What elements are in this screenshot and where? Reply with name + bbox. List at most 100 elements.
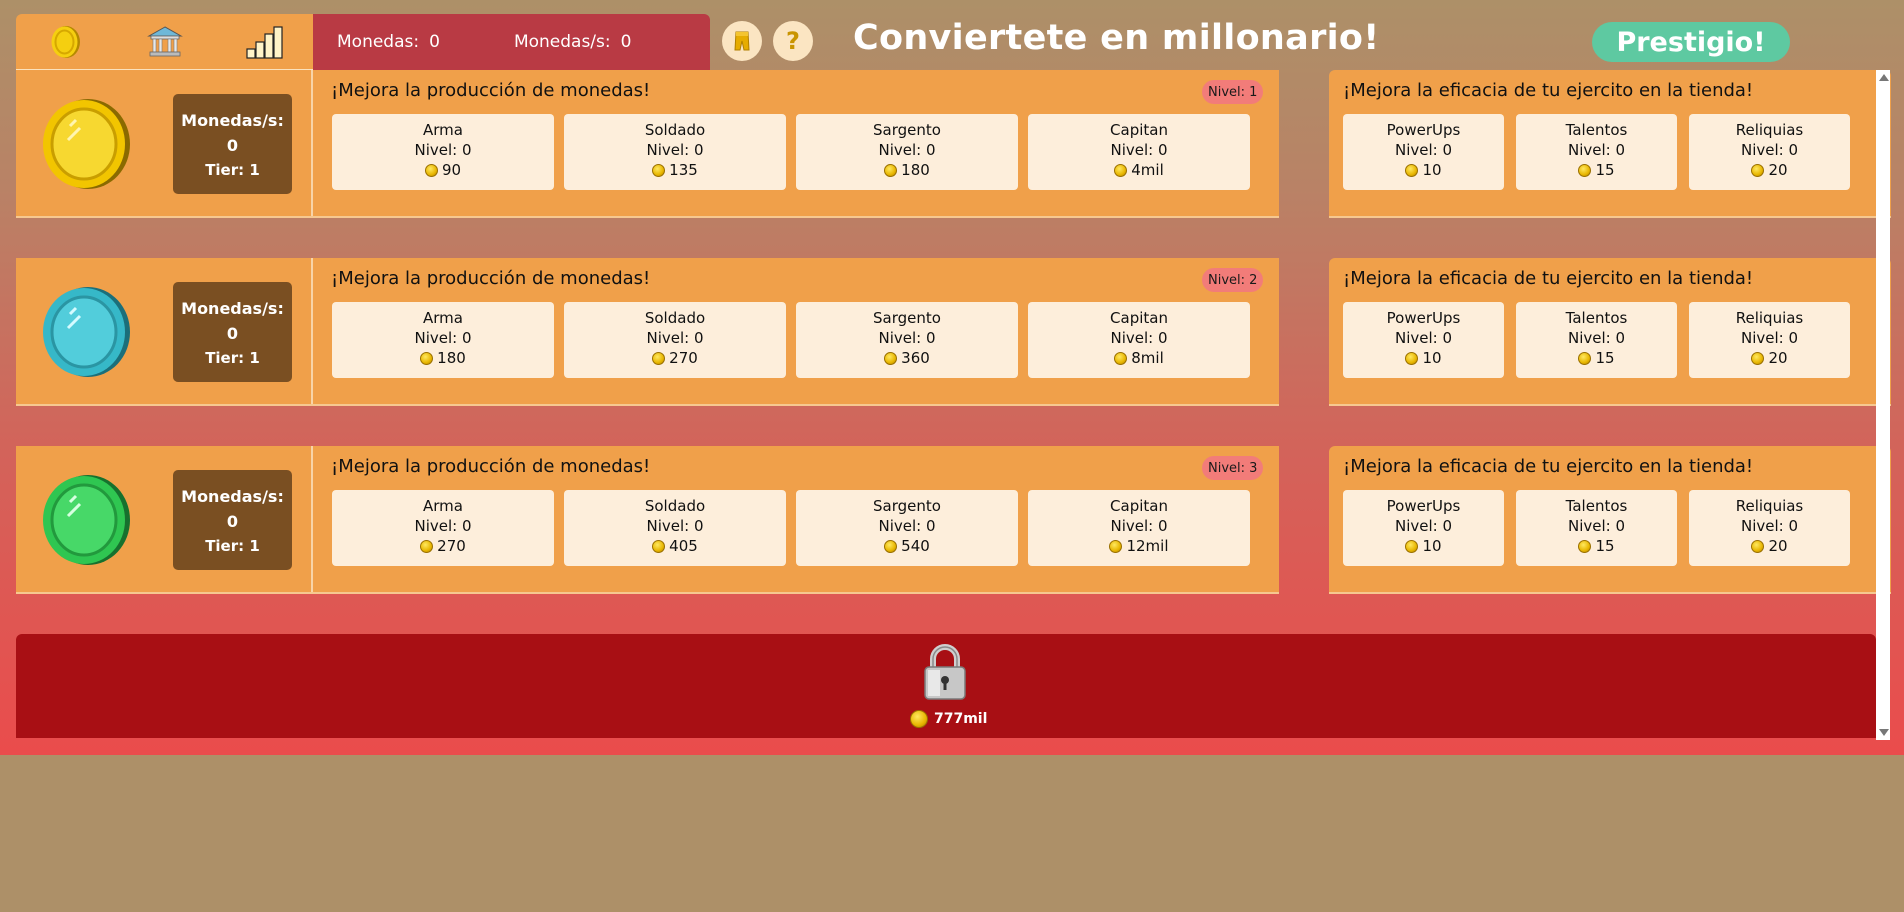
rate-value: 0 xyxy=(620,32,632,52)
scroll-down-arrow-icon[interactable] xyxy=(1879,729,1889,736)
upgrade-level: Nivel: 0 xyxy=(646,329,704,347)
coin-icon xyxy=(652,351,666,365)
upgrade-card-sargento[interactable]: Sargento Nivel: 0 180 xyxy=(796,114,1018,190)
upgrade-name: Capitan xyxy=(1110,121,1168,139)
coin-area: Monedas/s: 0 Tier: 1 xyxy=(16,258,313,404)
army-card-talentos[interactable]: Talentos Nivel: 0 15 xyxy=(1516,490,1677,566)
upgrade-name: Sargento xyxy=(873,309,941,327)
coin-row-3: Monedas/s: 0 Tier: 1 ¡Mejora la producci… xyxy=(16,446,1891,594)
army-cost: 10 xyxy=(1343,348,1504,368)
army-card-reliquias[interactable]: Reliquias Nivel: 0 20 xyxy=(1689,302,1850,378)
blue-coin-icon[interactable] xyxy=(40,284,132,380)
gold-coin-icon[interactable] xyxy=(40,96,132,192)
scrollbar[interactable] xyxy=(1876,70,1890,740)
upgrade-card-soldado[interactable]: Soldado Nivel: 0 405 xyxy=(564,490,786,566)
coin-icon[interactable] xyxy=(46,22,86,62)
top-nav xyxy=(16,14,313,70)
upgrade-card-sargento[interactable]: Sargento Nivel: 0 540 xyxy=(796,490,1018,566)
tier-label: Tier: 1 xyxy=(205,161,260,179)
upgrade-level: Nivel: 0 xyxy=(1110,329,1168,347)
army-card-powerups[interactable]: PowerUps Nivel: 0 10 xyxy=(1343,114,1504,190)
army-name: PowerUps xyxy=(1386,309,1461,327)
scroll-up-arrow-icon[interactable] xyxy=(1879,74,1889,81)
upgrade-cost-value: 90 xyxy=(441,161,462,179)
upgrade-card-capitan[interactable]: Capitan Nivel: 0 8mil xyxy=(1028,302,1250,378)
tier-label: Tier: 1 xyxy=(205,537,260,555)
upgrade-level: Nivel: 0 xyxy=(878,329,936,347)
upgrade-card-arma[interactable]: Arma Nivel: 0 90 xyxy=(332,114,554,190)
army-cost: 15 xyxy=(1516,536,1677,556)
coin-icon xyxy=(1578,539,1592,553)
coin-rate-box: Monedas/s: 0 Tier: 1 xyxy=(173,94,292,194)
upgrade-level: Nivel: 0 xyxy=(1110,141,1168,159)
army-card-reliquias[interactable]: Reliquias Nivel: 0 20 xyxy=(1689,114,1850,190)
upgrade-card-sargento[interactable]: Sargento Nivel: 0 360 xyxy=(796,302,1018,378)
level-badge: Nivel: 3 xyxy=(1202,456,1264,480)
army-card-powerups[interactable]: PowerUps Nivel: 0 10 xyxy=(1343,302,1504,378)
army-name: PowerUps xyxy=(1386,497,1461,515)
army-card-talentos[interactable]: Talentos Nivel: 0 15 xyxy=(1516,302,1677,378)
trophy-button[interactable] xyxy=(722,21,762,61)
upgrade-cost: 90 xyxy=(332,160,554,180)
bar-chart-icon[interactable] xyxy=(244,22,284,62)
coin-icon xyxy=(652,539,666,553)
army-panel: ¡Mejora la eficacia de tu ejercito en la… xyxy=(1329,70,1891,218)
army-card-reliquias[interactable]: Reliquias Nivel: 0 20 xyxy=(1689,490,1850,566)
army-level: Nivel: 0 xyxy=(1394,329,1453,347)
upgrade-name: Sargento xyxy=(873,497,941,515)
upgrade-level: Nivel: 0 xyxy=(414,329,472,347)
army-cost: 20 xyxy=(1689,348,1850,368)
upgrade-card-arma[interactable]: Arma Nivel: 0 180 xyxy=(332,302,554,378)
upgrade-cost-value: 540 xyxy=(901,537,930,555)
game-screen: Monedas: 0 Monedas/s: 0 ? Conviertete en… xyxy=(0,0,1904,755)
upgrade-level: Nivel: 0 xyxy=(414,517,472,535)
help-button[interactable]: ? xyxy=(773,21,813,61)
locked-tier[interactable]: 777mil xyxy=(16,634,1876,738)
upgrade-cost: 180 xyxy=(796,160,1018,180)
upgrade-level: Nivel: 0 xyxy=(646,141,704,159)
army-cost-value: 15 xyxy=(1595,349,1615,367)
prestige-button[interactable]: Prestigio! xyxy=(1592,22,1790,62)
upgrade-cost: 540 xyxy=(796,536,1018,556)
bank-icon[interactable] xyxy=(145,22,185,62)
coins-label: Monedas: xyxy=(337,32,420,52)
coins-value: 0 xyxy=(429,32,440,52)
upgrade-card-capitan[interactable]: Capitan Nivel: 0 12mil xyxy=(1028,490,1250,566)
green-coin-icon[interactable] xyxy=(40,472,132,568)
coin-rate-value: 0 xyxy=(226,324,239,343)
army-card-powerups[interactable]: PowerUps Nivel: 0 10 xyxy=(1343,490,1504,566)
trophy-icon xyxy=(734,31,750,51)
production-panel: Monedas/s: 0 Tier: 1 ¡Mejora la producci… xyxy=(16,70,1279,218)
upgrade-card-capitan[interactable]: Capitan Nivel: 0 4mil xyxy=(1028,114,1250,190)
army-level: Nivel: 0 xyxy=(1394,517,1453,535)
army-cost-value: 20 xyxy=(1768,161,1788,179)
coin-icon xyxy=(1751,163,1765,177)
upgrade-cost-value: 135 xyxy=(669,161,698,179)
army-title: ¡Mejora la eficacia de tu ejercito en la… xyxy=(1343,456,1754,477)
coin-rate-box: Monedas/s: 0 Tier: 1 xyxy=(173,282,292,382)
army-level: Nivel: 0 xyxy=(1740,329,1799,347)
army-cost: 20 xyxy=(1689,536,1850,556)
coin-rate-label: Monedas/s: xyxy=(181,487,284,506)
tier-label: Tier: 1 xyxy=(205,349,260,367)
upgrade-card-soldado[interactable]: Soldado Nivel: 0 135 xyxy=(564,114,786,190)
army-cost: 15 xyxy=(1516,348,1677,368)
upgrade-cost-value: 270 xyxy=(669,349,698,367)
production-title: ¡Mejora la producción de monedas! xyxy=(331,456,651,477)
coin-icon xyxy=(1405,539,1419,553)
army-cost-value: 10 xyxy=(1422,349,1442,367)
army-name: PowerUps xyxy=(1386,121,1461,139)
production-title: ¡Mejora la producción de monedas! xyxy=(331,268,651,289)
rate-label: Monedas/s: xyxy=(513,32,611,52)
upgrade-cost-value: 8mil xyxy=(1131,349,1164,367)
stats-bar: Monedas: 0 Monedas/s: 0 xyxy=(313,14,710,70)
upgrade-card-soldado[interactable]: Soldado Nivel: 0 270 xyxy=(564,302,786,378)
upgrade-card-arma[interactable]: Arma Nivel: 0 270 xyxy=(332,490,554,566)
army-cost: 10 xyxy=(1343,536,1504,556)
army-card-talentos[interactable]: Talentos Nivel: 0 15 xyxy=(1516,114,1677,190)
coin-icon xyxy=(1751,539,1765,553)
upgrade-cost-value: 180 xyxy=(437,349,466,367)
upgrade-name: Soldado xyxy=(644,497,706,515)
upgrade-level: Nivel: 0 xyxy=(646,517,704,535)
coin-icon xyxy=(1114,351,1128,365)
